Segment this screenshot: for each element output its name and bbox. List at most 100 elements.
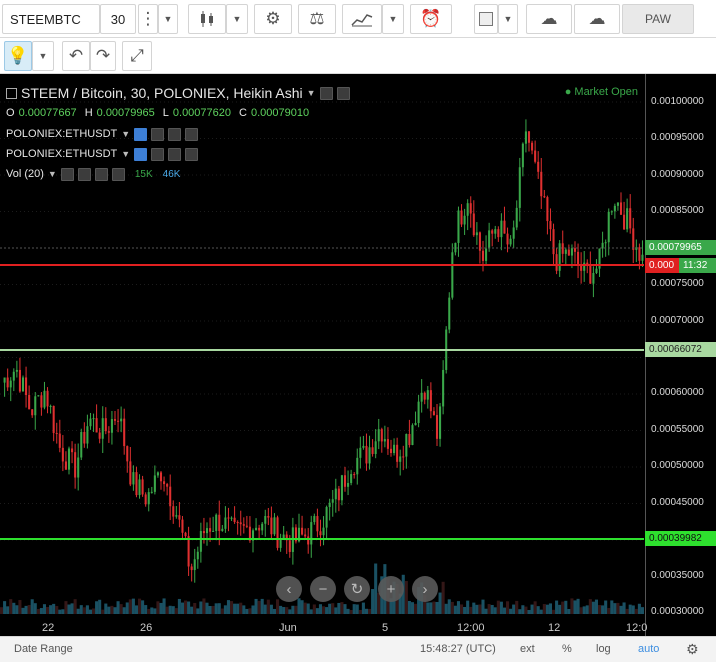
log-toggle[interactable]: log xyxy=(596,643,611,655)
ohlc-close: 0.00079010 xyxy=(250,107,310,119)
candle-body xyxy=(497,229,500,238)
eye-icon[interactable] xyxy=(134,127,148,141)
volume-bar xyxy=(552,609,556,614)
collapse-icon[interactable] xyxy=(6,87,17,99)
cloud-download-icon[interactable]: ☁ xyxy=(526,4,572,34)
zoom-out-icon[interactable]: − xyxy=(310,576,336,602)
plus-icon[interactable] xyxy=(168,127,182,141)
settings-icon[interactable] xyxy=(151,147,165,161)
auto-toggle[interactable]: auto xyxy=(638,643,659,655)
candle-body xyxy=(230,517,233,519)
volume-value-b: 46K xyxy=(162,168,181,180)
time-tick: 26 xyxy=(140,622,153,634)
plus-icon[interactable] xyxy=(94,167,108,181)
volume-bar xyxy=(300,600,304,614)
volume-bar xyxy=(282,607,286,614)
symbol-input[interactable]: STEEMBTC xyxy=(2,4,100,34)
volume-bar xyxy=(484,608,488,614)
volume-bar xyxy=(637,603,641,614)
volume-bar xyxy=(254,598,258,614)
volume-bar xyxy=(598,605,602,614)
undo-icon[interactable]: ↶ xyxy=(62,41,90,71)
interval-menu-icon[interactable]: ⋮ xyxy=(138,4,158,34)
title-gear-icon[interactable] xyxy=(336,86,350,100)
settings-icon[interactable] xyxy=(151,127,165,141)
indicators-icon[interactable] xyxy=(342,4,382,34)
candle-body xyxy=(567,249,570,256)
lightbulb-dropdown-icon[interactable]: ▼ xyxy=(32,41,54,71)
candle-body xyxy=(172,506,175,517)
volume-bar xyxy=(110,605,114,614)
candles-icon[interactable] xyxy=(188,4,226,34)
close-icon[interactable] xyxy=(111,167,125,181)
settings-icon[interactable] xyxy=(77,167,91,181)
horizontal-line-tag: 0.00039982 xyxy=(645,531,716,546)
chart-type-dropdown-icon[interactable]: ▼ xyxy=(226,4,248,34)
alert-clock-icon[interactable]: ⏰ xyxy=(410,4,452,34)
interval-dropdown-icon[interactable]: ▼ xyxy=(158,4,178,34)
candle-body xyxy=(408,433,411,445)
color-dropdown-icon[interactable]: ▼ xyxy=(498,4,518,34)
zoom-in-icon[interactable]: + xyxy=(378,576,404,602)
market-status: ● Market Open xyxy=(564,86,638,98)
color-box-icon[interactable] xyxy=(474,4,498,34)
percent-toggle[interactable]: % xyxy=(562,643,572,655)
candle-body xyxy=(304,534,307,537)
scroll-left-icon[interactable]: ‹ xyxy=(276,576,302,602)
title-dropdown-icon[interactable]: ▼ xyxy=(307,88,316,98)
settings-gear-icon[interactable]: ⚙ xyxy=(686,641,699,658)
close-icon[interactable] xyxy=(185,127,199,141)
candle-body xyxy=(475,232,478,236)
fullscreen-icon[interactable]: ⤢ xyxy=(122,41,152,71)
candle-body xyxy=(83,432,86,444)
eye-icon[interactable] xyxy=(134,147,148,161)
candle-body xyxy=(604,242,607,244)
candle-body xyxy=(276,517,279,548)
volume-dropdown-icon[interactable]: ▼ xyxy=(48,169,57,179)
indicator-dropdown-icon[interactable]: ▼ xyxy=(121,129,130,139)
date-range-button[interactable]: Date Range xyxy=(14,643,73,655)
redo-icon[interactable]: ↷ xyxy=(90,41,116,71)
candle-body xyxy=(190,566,193,571)
candle-body xyxy=(506,233,509,245)
volume-bar xyxy=(55,606,59,614)
close-icon[interactable] xyxy=(185,147,199,161)
candle-body xyxy=(95,418,98,433)
settings-gear-icon[interactable]: ⚙ xyxy=(254,4,292,34)
indicator-row: POLONIEX:ETHUSDT ▼ xyxy=(6,145,199,163)
volume-bar xyxy=(533,601,537,614)
indicators-dropdown-icon[interactable]: ▼ xyxy=(382,4,404,34)
cloud-upload-icon[interactable]: ☁ xyxy=(574,4,620,34)
interval-input[interactable]: 30 xyxy=(100,4,136,34)
candle-body xyxy=(638,247,641,261)
candle-body xyxy=(411,425,414,445)
candle-body xyxy=(227,517,230,519)
volume-bar xyxy=(269,604,273,614)
lightbulb-icon[interactable]: 💡 xyxy=(4,41,32,71)
eye-icon[interactable] xyxy=(60,167,74,181)
scroll-right-icon[interactable]: › xyxy=(412,576,438,602)
ext-toggle[interactable]: ext xyxy=(520,643,535,655)
volume-bar xyxy=(444,603,448,614)
volume-bar xyxy=(24,605,28,614)
candle-body xyxy=(196,551,199,560)
volume-bar xyxy=(499,601,503,614)
paw-button[interactable]: PAW xyxy=(622,4,694,34)
plus-icon[interactable] xyxy=(168,147,182,161)
candle-body xyxy=(469,203,472,214)
candle-body xyxy=(77,457,80,478)
candle-body xyxy=(518,167,521,208)
volume-bar xyxy=(159,602,163,614)
price-tick: 0.00075000 xyxy=(651,278,704,289)
price-chart[interactable]: STEEM / Bitcoin, 30, POLONIEX, Heikin As… xyxy=(0,74,716,636)
volume-bar xyxy=(144,605,148,614)
reset-icon[interactable]: ↻ xyxy=(344,576,370,602)
compare-scale-icon[interactable]: ⚖ xyxy=(298,4,336,34)
candle-body xyxy=(540,171,543,197)
candle-body xyxy=(40,395,43,408)
candle-body xyxy=(564,249,567,254)
indicator-dropdown-icon[interactable]: ▼ xyxy=(121,149,130,159)
candle-body xyxy=(307,536,310,545)
title-settings-icon[interactable] xyxy=(319,86,333,100)
indicator-name: POLONIEX:ETHUSDT xyxy=(6,128,118,140)
